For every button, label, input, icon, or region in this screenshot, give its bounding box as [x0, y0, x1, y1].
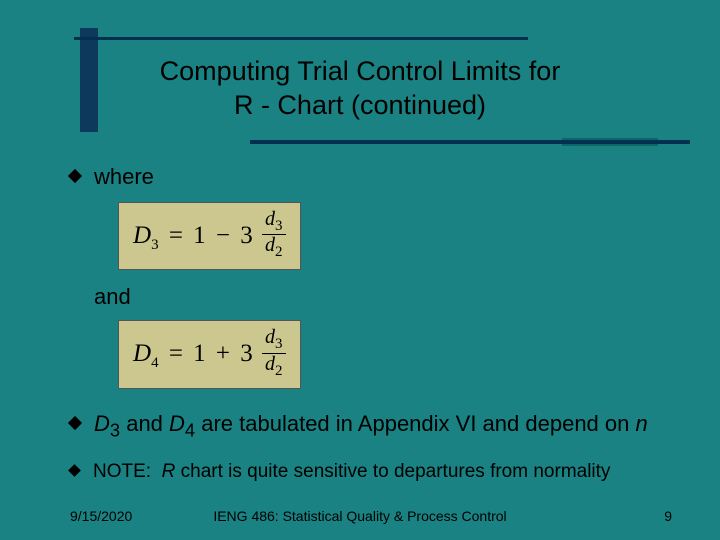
inline-n: n: [635, 411, 647, 436]
accent-horizontal-mid: [250, 140, 690, 144]
inline-d3-sub: 3: [110, 419, 120, 440]
formula-minus: −: [212, 222, 234, 249]
formula-equals: =: [165, 222, 187, 249]
formula-fraction: d3 d2: [262, 209, 286, 262]
inline-d4-var: D: [169, 411, 185, 436]
bullet-tabulated-text: D3 and D4 are tabulated in Appendix VI a…: [94, 409, 670, 443]
bullet-marker-icon: [68, 416, 82, 430]
formula-three-2: 3: [240, 340, 253, 367]
frac-num-var-2: d: [265, 326, 275, 348]
bullet-marker-icon: [68, 464, 81, 477]
slide-title: Computing Trial Control Limits for R - C…: [0, 55, 720, 123]
formula-d3-var: D: [133, 222, 151, 249]
inline-and: and: [120, 411, 169, 436]
formula-d4-sub: 4: [151, 355, 159, 371]
formula-equals-2: =: [165, 340, 187, 367]
footer-course: IENG 486: Statistical Quality & Process …: [0, 508, 720, 524]
frac-num-var: d: [265, 208, 275, 230]
text-and: and: [94, 284, 670, 310]
formula-fraction-2: d3 d2: [262, 327, 286, 380]
inline-d3-var: D: [94, 411, 110, 436]
formula-d4: D4 = 1 + 3 d3 d2: [118, 320, 301, 389]
frac-den-var-2: d: [265, 353, 275, 375]
slide-body: where D3 = 1 − 3 d3 d2 and D4 = 1 + 3 d3…: [70, 162, 670, 490]
inline-tab-text: are tabulated in Appendix VI and depend …: [195, 411, 635, 436]
frac-num-sub: 3: [275, 218, 283, 234]
formula-d3: D3 = 1 − 3 d3 d2: [118, 202, 301, 271]
formula-three: 3: [240, 222, 253, 249]
frac-den-sub-2: 2: [275, 363, 283, 379]
bullet-note: NOTE: R chart is quite sensitive to depa…: [70, 459, 670, 485]
formula-d3-sub: 3: [151, 237, 159, 253]
formula-one-2: 1: [193, 340, 206, 367]
accent-horizontal-top: [74, 37, 528, 40]
frac-den-sub: 2: [275, 244, 283, 260]
formula-plus: +: [212, 340, 234, 367]
inline-d4-sub: 4: [185, 419, 195, 440]
title-line-2: R - Chart (continued): [234, 90, 486, 120]
title-line-1: Computing Trial Control Limits for: [160, 56, 561, 86]
bullet-tabulated: D3 and D4 are tabulated in Appendix VI a…: [70, 409, 670, 443]
bullet-note-text: NOTE: R chart is quite sensitive to depa…: [93, 459, 670, 485]
frac-den-var: d: [265, 234, 275, 256]
frac-num-sub-2: 3: [275, 336, 283, 352]
formula-one: 1: [193, 222, 206, 249]
bullet-where: where: [70, 162, 670, 192]
formula-d4-var: D: [133, 340, 151, 367]
bullet-marker-icon: [68, 169, 82, 183]
bullet-where-text: where: [94, 162, 670, 192]
slide-footer: 9/15/2020 IENG 486: Statistical Quality …: [0, 508, 720, 524]
